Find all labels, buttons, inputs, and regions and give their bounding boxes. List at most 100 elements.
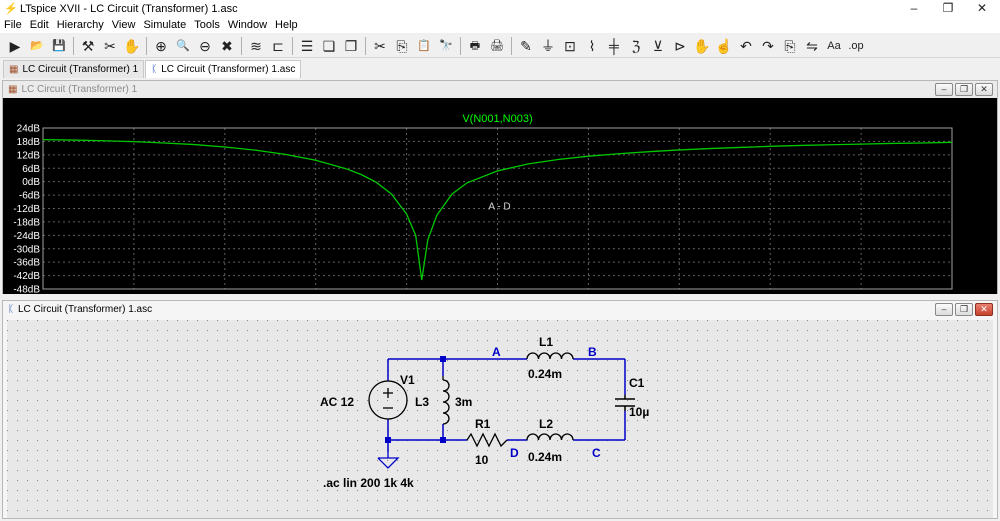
window-title: LTspice XVII - LC Circuit (Transformer) … <box>20 2 238 15</box>
capacitor-icon[interactable]: ╪ <box>605 37 623 55</box>
menu-help[interactable]: Help <box>271 19 302 31</box>
minimize-button[interactable]: – <box>897 0 931 17</box>
junction-dot <box>385 437 391 443</box>
spice-directive-icon[interactable]: .op <box>847 37 865 55</box>
ground-icon[interactable]: ⏚ <box>539 37 557 55</box>
tab-schematic[interactable]: ᛕ LC Circuit (Transformer) 1.asc <box>145 60 302 78</box>
x-tick-label: 2.5KHz <box>481 293 514 294</box>
autorange-icon[interactable]: ≋ <box>247 37 265 55</box>
waveform-restore-button[interactable]: ❐ <box>955 83 973 96</box>
redo-icon[interactable]: ↷ <box>759 37 777 55</box>
zoom-out-icon[interactable]: 🔍 <box>174 37 192 55</box>
y-tick-label: 0dB <box>22 177 40 188</box>
waveform-close-button[interactable]: ✕ <box>975 83 993 96</box>
run-icon[interactable]: ▶ <box>6 37 24 55</box>
schematic-tab-icon: ᛕ <box>151 64 158 75</box>
inductor-icon[interactable]: ℨ <box>627 37 645 55</box>
l3-value-label: 3m <box>455 395 472 409</box>
waveform-icon[interactable]: ⊏ <box>269 37 287 55</box>
menu-edit[interactable]: Edit <box>26 19 53 31</box>
print-preview-icon[interactable]: 🖨 <box>488 37 506 55</box>
move-icon[interactable]: ✋ <box>693 37 711 55</box>
tile-vertical-icon[interactable]: ❐ <box>342 37 360 55</box>
rotate-icon[interactable]: ⎘ <box>781 37 799 55</box>
draw-wire-icon[interactable]: ✎ <box>517 37 535 55</box>
x-tick-label: 3.7KHz <box>845 293 878 294</box>
menu-window[interactable]: Window <box>224 19 271 31</box>
schematic-close-button[interactable]: ✕ <box>975 303 993 316</box>
y-tick-label: -6dB <box>19 191 40 202</box>
waveform-plot-area[interactable]: 24dB 18dB 12dB 6dB 0dB -6dB -12dB -18dB -24dB -30… <box>3 98 997 304</box>
schematic-restore-button[interactable]: ❐ <box>955 303 973 316</box>
bode-plot[interactable]: 24dB 18dB 12dB 6dB 0dB -6dB -12dB -18dB -24dB -30… <box>3 98 997 304</box>
open-folder-icon[interactable]: 📂 <box>28 37 46 55</box>
menu-bar: File Edit Hierarchy View Simulate Tools … <box>0 17 1000 33</box>
cascade-icon[interactable]: ❏ <box>320 37 338 55</box>
zoom-in-icon[interactable]: ⊕ <box>152 37 170 55</box>
cut-icon[interactable]: ✂ <box>371 37 389 55</box>
tab-label: LC Circuit (Transformer) 1 <box>22 64 139 75</box>
zoom-back-icon[interactable]: ⊖ <box>196 37 214 55</box>
mirror-icon[interactable]: ⇋ <box>803 37 821 55</box>
y-tick-label: 24dB <box>17 124 41 135</box>
paste-icon[interactable]: 📋 <box>415 37 433 55</box>
restore-button[interactable]: ❐ <box>931 0 965 17</box>
trace-label[interactable]: V(N001,N003) <box>462 113 532 125</box>
y-tick-label: -36dB <box>13 258 40 269</box>
tab-label: LC Circuit (Transformer) 1.asc <box>161 64 296 75</box>
r1-value-label: 10 <box>475 453 489 467</box>
schematic-window-titlebar: ᛕ LC Circuit (Transformer) 1.asc – ❐ ✕ <box>3 301 997 318</box>
waveform-minimize-button[interactable]: – <box>935 83 953 96</box>
x-tick-label: 1.9KHz <box>299 293 332 294</box>
y-tick-label: 12dB <box>17 150 41 161</box>
tile-horizontal-icon[interactable]: ☰ <box>298 37 316 55</box>
waveform-window: ▦ LC Circuit (Transformer) 1 – ❐ ✕ 24dB 1… <box>2 80 998 304</box>
label-net-icon[interactable]: ⊡ <box>561 37 579 55</box>
zoom-fit-icon[interactable]: ✖ <box>218 37 236 55</box>
save-icon[interactable]: 💾 <box>50 37 68 55</box>
control-panel-icon[interactable]: ⚒ <box>79 37 97 55</box>
title-bar: ⚡ LTspice XVII - LC Circuit (Transformer… <box>0 0 1000 17</box>
v1-value-label: AC 12 <box>320 395 354 409</box>
find-icon[interactable]: 🔭 <box>437 37 455 55</box>
net-label-c[interactable]: C <box>592 446 601 460</box>
document-tab-bar: ▦ LC Circuit (Transformer) 1 ᛕ LC Circui… <box>0 59 1000 78</box>
diode-icon[interactable]: ⊻ <box>649 37 667 55</box>
spice-directive[interactable]: .ac lin 200 1k 4k <box>323 476 414 490</box>
schematic-drawing[interactable]: V1 AC 12 L3 3m L1 0.24m L2 0.24m R1 10 C… <box>7 320 993 518</box>
tab-waveform[interactable]: ▦ LC Circuit (Transformer) 1 <box>3 60 145 78</box>
x-tick-label: 1.0KHz <box>27 293 60 294</box>
l2-value-label: 0.24m <box>528 450 562 464</box>
menu-view[interactable]: View <box>108 19 140 31</box>
junction-dot <box>440 437 446 443</box>
l1-name-label: L1 <box>539 335 553 349</box>
menu-file[interactable]: File <box>0 19 26 31</box>
waveform-window-title: LC Circuit (Transformer) 1 <box>21 84 138 95</box>
menu-hierarchy[interactable]: Hierarchy <box>53 19 108 31</box>
menu-tools[interactable]: Tools <box>190 19 224 31</box>
net-label-b[interactable]: B <box>588 345 597 359</box>
drag-icon[interactable]: ☝ <box>715 37 733 55</box>
text-icon[interactable]: Aa <box>825 37 843 55</box>
schematic-minimize-button[interactable]: – <box>935 303 953 316</box>
halt-icon[interactable]: ✂ <box>101 37 119 55</box>
component-icon[interactable]: ⊳ <box>671 37 689 55</box>
x-tick-label: 3.4KHz <box>754 293 787 294</box>
main-toolbar: ▶ 📂 💾 ⚒ ✂ ✋ ⊕ 🔍 ⊖ ✖ ≋ ⊏ ☰ ❏ ❐ ✂ ⎘ 📋 🔭 🖶 🖨 ✎ ⏚ ⊡ ⌇ ╪ ℨ ⊻ ⊳ ✋ ☝ ↶ ↷ ⎘ ⇋ Aa .op <box>0 34 1000 58</box>
menu-simulate[interactable]: Simulate <box>139 19 190 31</box>
ltspice-app-icon: ⚡ <box>4 2 18 15</box>
print-icon[interactable]: 🖶 <box>466 37 484 55</box>
close-button[interactable]: ✕ <box>965 0 999 17</box>
copy-icon[interactable]: ⎘ <box>393 37 411 55</box>
toolbar-separator <box>460 36 461 55</box>
net-label-a[interactable]: A <box>492 345 501 359</box>
c1-value-label: 10µ <box>629 405 649 419</box>
schematic-canvas[interactable]: V1 AC 12 L3 3m L1 0.24m L2 0.24m R1 10 C… <box>7 320 993 518</box>
resistor-icon[interactable]: ⌇ <box>583 37 601 55</box>
net-label-d[interactable]: D <box>510 446 519 460</box>
toolbar-separator <box>292 36 293 55</box>
pan-icon[interactable]: ✋ <box>123 37 141 55</box>
undo-icon[interactable]: ↶ <box>737 37 755 55</box>
l2-name-label: L2 <box>539 417 553 431</box>
schematic-window-icon: ᛕ <box>8 304 14 315</box>
